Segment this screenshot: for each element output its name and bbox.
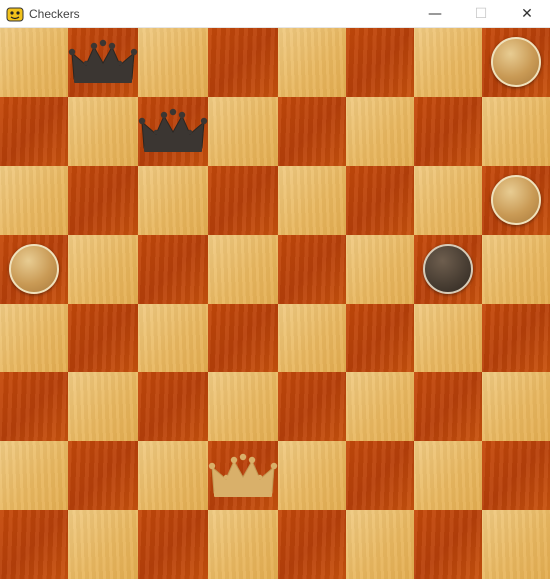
board-square-r2c1[interactable] [68, 165, 138, 235]
board-square-r2c2[interactable] [138, 165, 208, 235]
board-square-r4c4[interactable] [278, 303, 346, 373]
board-square-r1c7[interactable] [482, 96, 550, 166]
board-square-r7c0[interactable] [0, 510, 68, 579]
board-square-r5c5[interactable] [346, 372, 414, 442]
board-square-r4c1[interactable] [68, 303, 138, 373]
light-checker-piece[interactable] [491, 37, 541, 88]
minimize-button[interactable]: — [412, 0, 458, 27]
dark-checker-piece[interactable] [423, 244, 473, 295]
board-square-r2c3[interactable] [208, 165, 278, 235]
crown-icon [208, 453, 278, 497]
board-square-r1c2-dark-king[interactable] [138, 96, 208, 166]
board-square-r7c2[interactable] [138, 510, 208, 579]
board-square-r7c7[interactable] [482, 510, 550, 579]
light-checker-piece[interactable] [491, 175, 541, 226]
title-bar: Checkers — ☐ ✕ [0, 0, 550, 28]
board-square-r4c7[interactable] [482, 303, 550, 373]
board-square-r0c2[interactable] [138, 28, 208, 97]
board-square-r3c6[interactable] [414, 234, 482, 304]
board-square-r2c4[interactable] [278, 165, 346, 235]
light-checker-piece[interactable] [9, 244, 59, 295]
board-square-r0c4[interactable] [278, 28, 346, 97]
board-square-r3c5[interactable] [346, 234, 414, 304]
board-square-r0c0[interactable] [0, 28, 68, 97]
board-square-r4c5[interactable] [346, 303, 414, 373]
board-square-r6c4[interactable] [278, 441, 346, 511]
board-square-r1c5[interactable] [346, 96, 414, 166]
board-square-r6c2[interactable] [138, 441, 208, 511]
app-icon [6, 7, 24, 21]
checkers-board [0, 28, 550, 579]
board-square-r3c3[interactable] [208, 234, 278, 304]
crown-icon [68, 40, 138, 84]
board-square-r5c2[interactable] [138, 372, 208, 442]
board-square-r3c7[interactable] [482, 234, 550, 304]
board-square-r5c1[interactable] [68, 372, 138, 442]
board-square-r0c6[interactable] [414, 28, 482, 97]
board-square-r0c5[interactable] [346, 28, 414, 97]
board-square-r3c4[interactable] [278, 234, 346, 304]
board-square-r3c0[interactable] [0, 234, 68, 304]
window-controls: — ☐ ✕ [412, 0, 550, 27]
board-square-r0c3[interactable] [208, 28, 278, 97]
board-square-r7c3[interactable] [208, 510, 278, 579]
board-square-r0c7[interactable] [482, 28, 550, 97]
board-square-r5c3[interactable] [208, 372, 278, 442]
board-square-r7c1[interactable] [68, 510, 138, 579]
close-button[interactable]: ✕ [504, 0, 550, 27]
board-square-r1c0[interactable] [0, 96, 68, 166]
board-square-r4c2[interactable] [138, 303, 208, 373]
board-square-r2c6[interactable] [414, 165, 482, 235]
board-square-r5c4[interactable] [278, 372, 346, 442]
board-square-r6c6[interactable] [414, 441, 482, 511]
board-square-r3c2[interactable] [138, 234, 208, 304]
board-square-r5c0[interactable] [0, 372, 68, 442]
board-square-r1c4[interactable] [278, 96, 346, 166]
window-title: Checkers [29, 6, 80, 21]
board-square-r2c0[interactable] [0, 165, 68, 235]
board-square-r0c1-dark-king[interactable] [68, 28, 138, 97]
board-square-r1c1[interactable] [68, 96, 138, 166]
board-square-r1c3[interactable] [208, 96, 278, 166]
board-square-r6c0[interactable] [0, 441, 68, 511]
board-square-r4c3[interactable] [208, 303, 278, 373]
board-square-r5c7[interactable] [482, 372, 550, 442]
board-square-r6c5[interactable] [346, 441, 414, 511]
board-square-r6c3-light-king[interactable] [208, 441, 278, 511]
board-square-r2c5[interactable] [346, 165, 414, 235]
board-square-r7c4[interactable] [278, 510, 346, 579]
board-square-r4c6[interactable] [414, 303, 482, 373]
board-square-r5c6[interactable] [414, 372, 482, 442]
board-square-r6c7[interactable] [482, 441, 550, 511]
maximize-button[interactable]: ☐ [458, 0, 504, 27]
board-square-r2c7[interactable] [482, 165, 550, 235]
board-square-r6c1[interactable] [68, 441, 138, 511]
board-square-r3c1[interactable] [68, 234, 138, 304]
board-square-r7c6[interactable] [414, 510, 482, 579]
board-square-r7c5[interactable] [346, 510, 414, 579]
crown-icon [138, 109, 208, 153]
board-square-r1c6[interactable] [414, 96, 482, 166]
board-square-r4c0[interactable] [0, 303, 68, 373]
